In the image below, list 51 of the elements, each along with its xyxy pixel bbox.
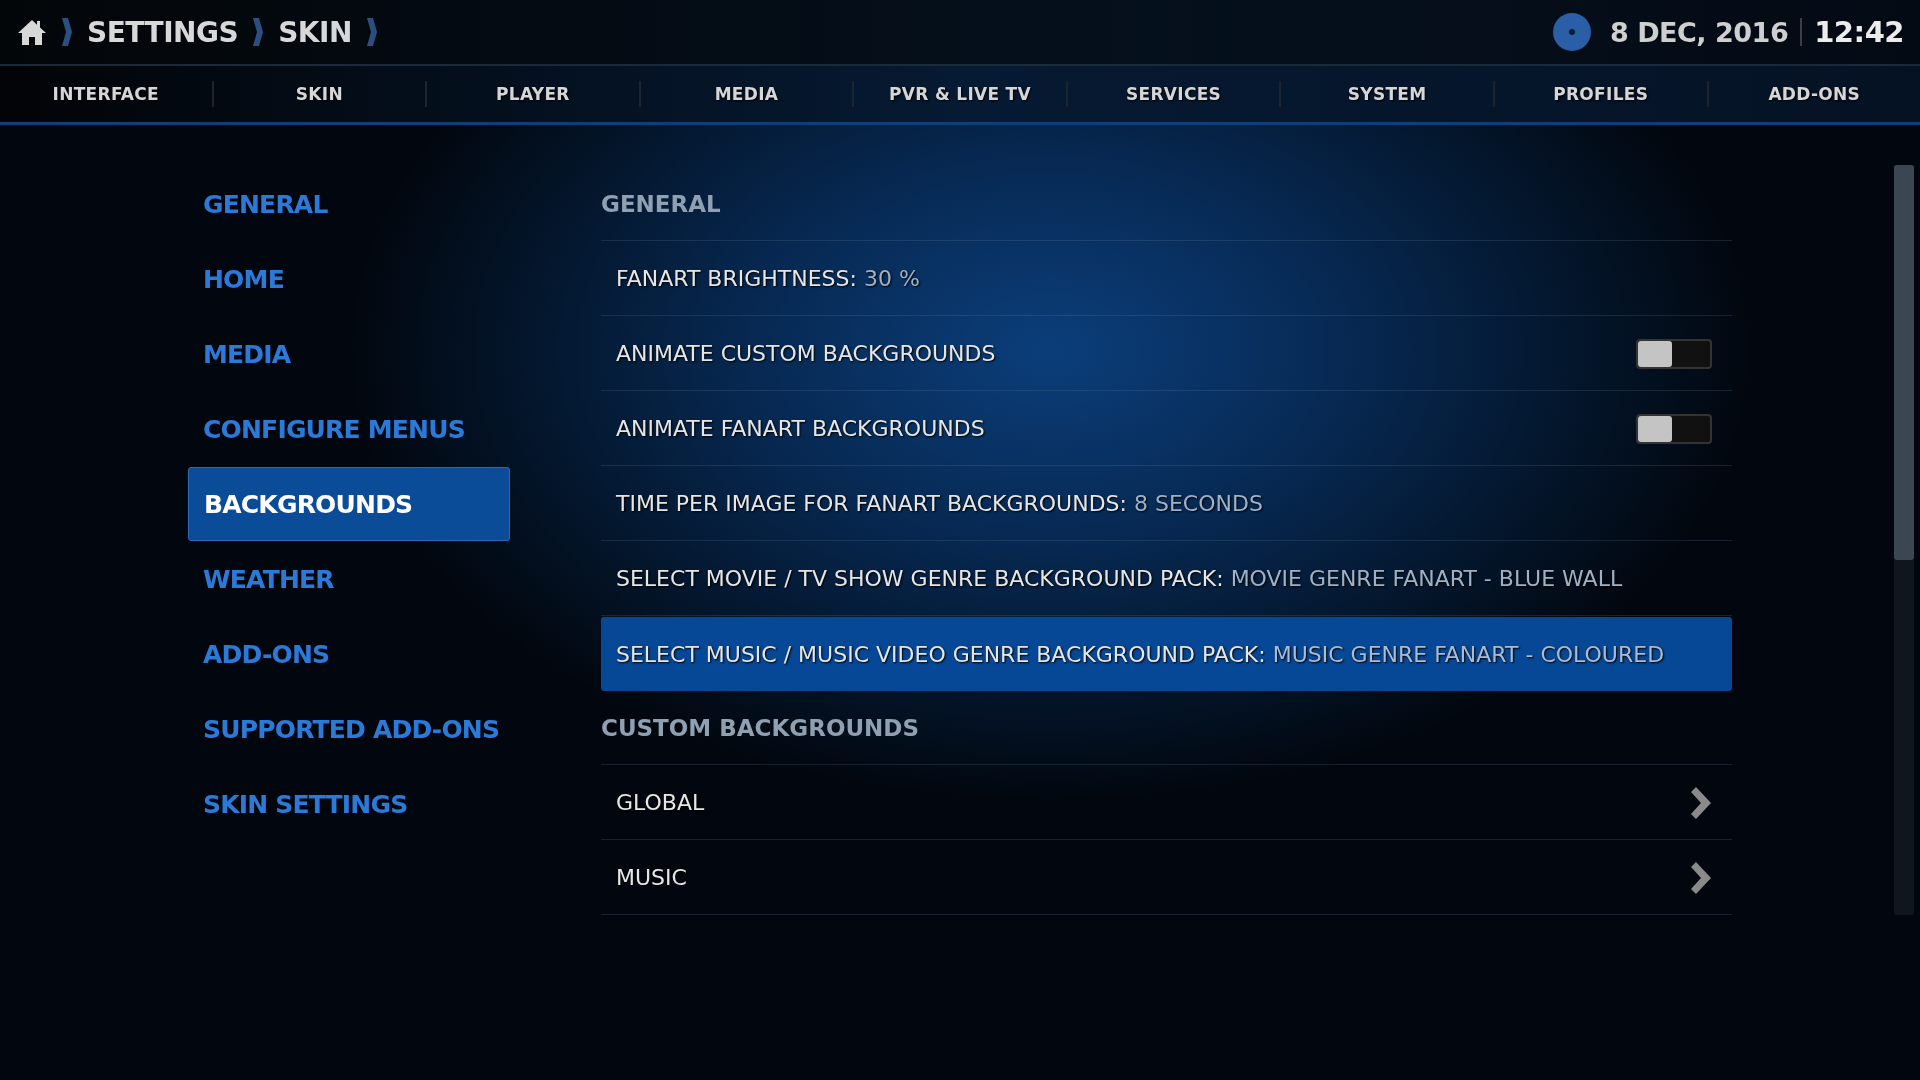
tab[interactable]: PROFILES [1494,84,1707,104]
tab[interactable]: PVR & LIVE TV [854,84,1066,104]
tab[interactable]: SKIN [213,84,426,104]
chevron-icon [252,17,265,47]
breadcrumb-item[interactable]: SKIN [278,15,352,49]
sidebar-item[interactable]: CONFIGURE MENUS [188,392,510,466]
toggle-switch[interactable] [1636,338,1712,369]
breadcrumb-item[interactable]: SETTINGS [87,15,239,49]
sidebar-item[interactable]: SUPPORTED ADD-ONS [188,692,510,766]
tab[interactable]: MEDIA [640,84,853,104]
setting-text: SELECT MUSIC / MUSIC VIDEO GENRE BACKGROUND PACK: MUSIC GENRE FANART - COLOURED [616,641,1665,667]
chevron-right-icon [1690,860,1712,895]
sidebar-item[interactable]: WEATHER [188,542,510,616]
tab[interactable]: PLAYER [427,84,639,104]
setting-row[interactable]: GLOBAL [601,766,1732,840]
section-heading: CUSTOM BACKGROUNDS [601,691,1732,765]
setting-row[interactable]: MUSIC [601,841,1732,915]
setting-text: FANART BRIGHTNESS: 30 % [616,266,920,291]
sidebar-item[interactable]: GENERAL [188,167,510,241]
setting-label: MUSIC [616,865,687,890]
home-icon[interactable] [17,18,47,46]
tab[interactable]: SYSTEM [1281,84,1493,104]
setting-label: ANIMATE CUSTOM BACKGROUNDS [616,341,996,366]
sidebar-item[interactable]: HOME [188,242,510,316]
setting-text: SELECT MOVIE / TV SHOW GENRE BACKGROUND PACK: MOVIE GENRE FANART - BLUE WALL [616,566,1623,591]
setting-label: ANIMATE FANART BACKGROUNDS [616,416,985,441]
sidebar-item[interactable]: SKIN SETTINGS [188,767,510,841]
toggle-switch[interactable] [1636,413,1712,444]
chevron-icon [61,17,73,47]
setting-row[interactable]: ANIMATE FANART BACKGROUNDS [601,392,1732,466]
setting-text: TIME PER IMAGE FOR FANART BACKGROUNDS: 8 SECONDS [616,491,1263,516]
setting-row[interactable]: ANIMATE CUSTOM BACKGROUNDS [601,317,1732,391]
setting-row[interactable]: TIME PER IMAGE FOR FANART BACKGROUNDS: 8 SECONDS [601,467,1732,541]
sidebar-item[interactable]: BACKGROUNDS [188,467,510,541]
setting-row[interactable]: SELECT MUSIC / MUSIC VIDEO GENRE BACKGROUND PACK: MUSIC GENRE FANART - COLOURED [601,617,1732,691]
tab[interactable]: SERVICES [1067,84,1280,104]
scrollbar-thumb[interactable] [1894,165,1914,560]
chevron-right-icon [1690,785,1712,820]
setting-row[interactable]: FANART BRIGHTNESS: 30 % [601,242,1732,316]
setting-row[interactable]: SELECT MOVIE / TV SHOW GENRE BACKGROUND PACK: MOVIE GENRE FANART - BLUE WALL [601,542,1732,616]
section-heading: GENERAL [601,167,1732,241]
tab[interactable]: ADD-ONS [1708,84,1920,104]
time-text: 12:42 [1814,15,1904,49]
scrollbar[interactable] [1894,165,1914,915]
chevron-icon [365,17,378,47]
tab[interactable]: INTERFACE [0,84,212,104]
sidebar-item[interactable]: MEDIA [188,317,510,391]
setting-label: GLOBAL [616,790,705,815]
sidebar-item[interactable]: ADD-ONS [188,617,510,691]
date-text: 8 DEC, 2016 [1610,16,1789,48]
disc-icon [1552,12,1592,52]
